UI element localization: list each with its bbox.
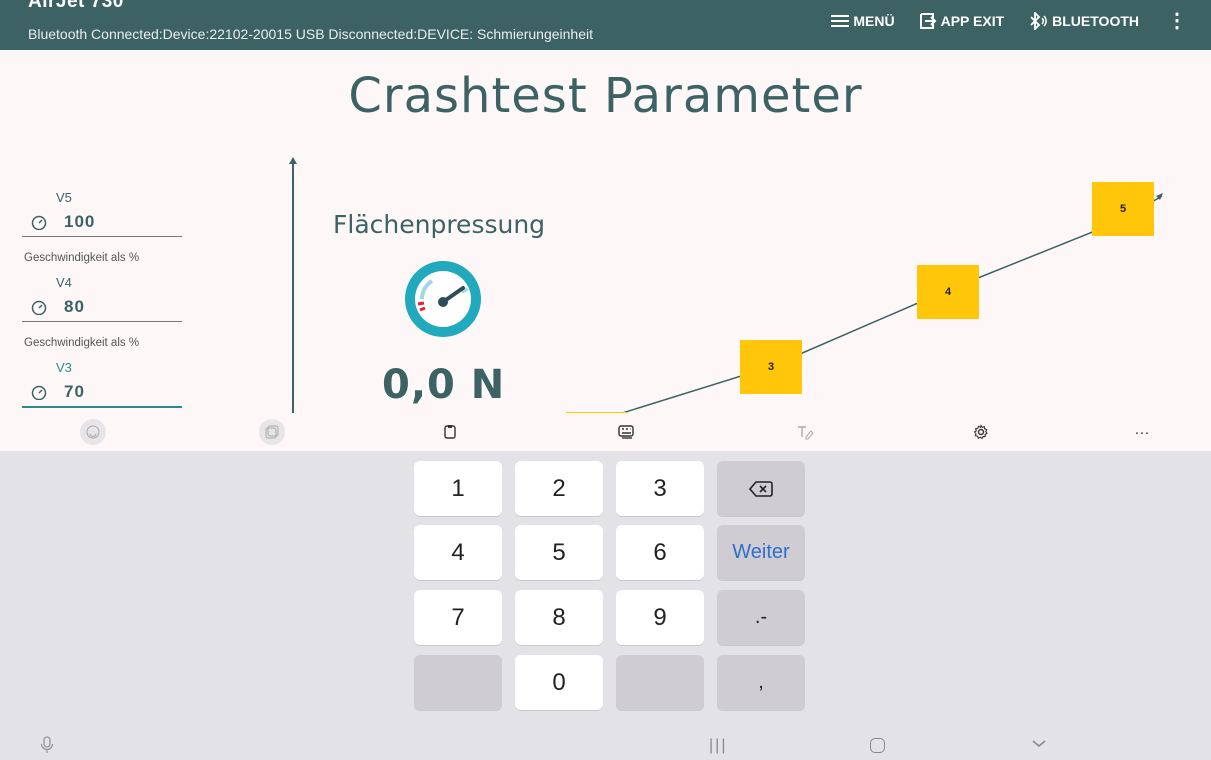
key-0[interactable]: 0 xyxy=(515,655,603,710)
chevron-down-icon xyxy=(1032,740,1046,747)
settings-icon[interactable] xyxy=(968,419,994,445)
blank-key-left xyxy=(414,655,502,710)
sticker-icon[interactable] xyxy=(259,419,285,445)
curve-point-4[interactable]: 4 xyxy=(917,265,979,319)
key-2[interactable]: 2 xyxy=(515,461,603,516)
key-1[interactable]: 1 xyxy=(414,461,502,516)
handwriting-icon[interactable] xyxy=(792,419,818,445)
backspace-icon xyxy=(749,480,773,497)
home-button[interactable] xyxy=(870,738,885,753)
key-8[interactable]: 8 xyxy=(515,590,603,645)
next-key[interactable]: Weiter xyxy=(717,525,805,580)
more-options-icon[interactable]: ··· xyxy=(1129,419,1155,445)
clipboard-icon[interactable] xyxy=(437,419,463,445)
curve-point-3[interactable]: 3 xyxy=(740,340,802,394)
recents-button[interactable]: ||| xyxy=(709,737,727,755)
key-6[interactable]: 6 xyxy=(616,525,704,580)
curve-point-5[interactable]: 5 xyxy=(1092,182,1154,236)
speed-curve xyxy=(599,193,1163,420)
hide-keyboard-button[interactable] xyxy=(1030,734,1048,757)
key-3[interactable]: 3 xyxy=(616,461,704,516)
key-4[interactable]: 4 xyxy=(414,525,502,580)
microphone-icon[interactable] xyxy=(40,736,54,759)
keyboard-toolbar: ··· xyxy=(0,413,1211,451)
backspace-key[interactable] xyxy=(717,461,805,516)
key-7[interactable]: 7 xyxy=(414,590,502,645)
blank-key-right xyxy=(616,655,704,710)
key-5[interactable]: 5 xyxy=(515,525,603,580)
dash-key[interactable]: .- xyxy=(717,590,805,645)
keyboard-mode-icon[interactable] xyxy=(614,419,640,445)
comma-key[interactable]: , xyxy=(717,655,805,710)
key-9[interactable]: 9 xyxy=(616,590,704,645)
emoji-icon[interactable] xyxy=(80,419,106,445)
numeric-keyboard: 1 2 3 4 5 6 Weiter 7 8 9 .- 0 , xyxy=(0,451,1211,760)
